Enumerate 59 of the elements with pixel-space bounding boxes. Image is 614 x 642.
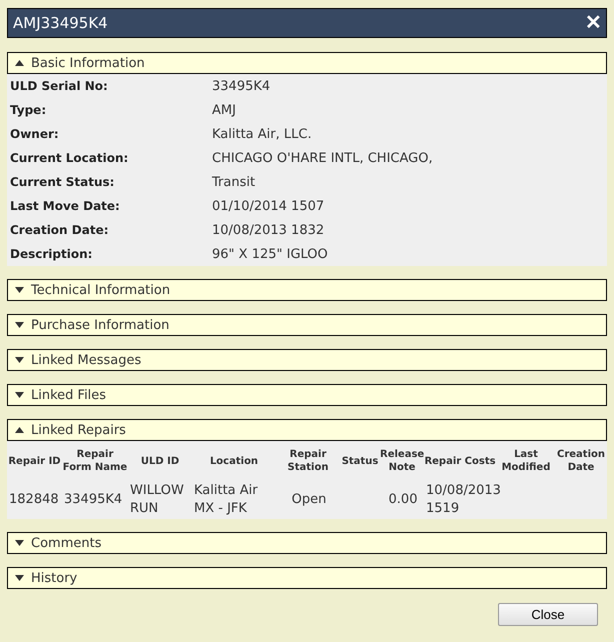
section-header[interactable]: Technical Information	[7, 279, 607, 301]
field-label: Current Location:	[9, 151, 130, 165]
column-header: Repair Form Name	[62, 448, 128, 475]
section-title: Purchase Information	[31, 318, 170, 332]
field-label: Type:	[9, 103, 48, 117]
field-label: Creation Date:	[9, 223, 110, 237]
section-header[interactable]: Purchase Information	[7, 314, 607, 336]
close-button[interactable]: ✕	[585, 13, 602, 33]
section-title: History	[31, 570, 78, 586]
field-value: Kalitta Air, LLC.	[212, 126, 312, 142]
field-value: 33495K4	[212, 78, 270, 94]
field-value: 01/10/2014 1507	[212, 198, 324, 214]
section-header[interactable]: Basic Information	[7, 52, 607, 74]
section-header[interactable]: Comments	[7, 532, 607, 554]
column-header: ULD ID	[140, 454, 180, 468]
window-title: AMJ33495K4	[13, 14, 108, 32]
column-header: Status	[340, 454, 380, 468]
section-title: Linked Files	[31, 388, 106, 402]
section-title: Linked Repairs	[31, 422, 126, 438]
table-cell-text: Kalitta Air MX - JFK	[193, 482, 259, 518]
column-header: Repair Station	[286, 448, 330, 475]
close-button[interactable]: Close	[498, 603, 598, 626]
field-value: Transit	[212, 174, 256, 190]
section-title: Comments	[31, 536, 102, 550]
field-value: CHICAGO O'HARE INTL, CHICAGO,	[212, 150, 433, 166]
column-header: Repair ID	[7, 454, 62, 468]
section-header[interactable]: Linked Files	[7, 384, 607, 406]
field-value: 96" X 125" IGLOO	[212, 246, 328, 262]
table-cell-text: WILLOW RUN	[129, 482, 185, 518]
section-header[interactable]: Linked Messages	[7, 349, 607, 371]
expand-caret-icon	[15, 392, 24, 398]
expand-caret-icon	[15, 287, 24, 293]
section-header[interactable]: History	[7, 567, 607, 589]
field-label: Owner:	[9, 127, 60, 141]
expand-caret-icon	[15, 322, 24, 328]
collapse-caret-icon	[15, 427, 24, 433]
field-label: Current Status:	[9, 175, 116, 189]
table-cell-text: 0.00	[388, 490, 418, 509]
field-label: Description:	[9, 247, 94, 261]
column-header: Location	[208, 454, 260, 468]
section-title: Technical Information	[31, 282, 170, 298]
table-cell-text: 182848	[8, 490, 60, 509]
column-header: Last Modified	[500, 448, 552, 475]
expand-caret-icon	[15, 357, 24, 363]
collapse-caret-icon	[15, 60, 24, 66]
field-value: 10/08/2013 1832	[212, 222, 324, 238]
table-cell-text: Open	[290, 490, 328, 509]
section-title: Linked Messages	[31, 352, 142, 368]
expand-caret-icon	[15, 575, 24, 581]
section-header[interactable]: Linked Repairs	[7, 419, 607, 441]
table-cell-text: 33495K4	[63, 490, 124, 509]
column-header: Release Note	[380, 448, 424, 475]
section-title: Basic Information	[31, 56, 145, 70]
field-label: ULD Serial No:	[9, 79, 109, 93]
expand-caret-icon	[15, 540, 24, 546]
field-value: AMJ	[212, 102, 236, 118]
column-header: Repair Costs	[424, 441, 496, 481]
column-header: Creation Date	[556, 448, 606, 475]
field-label: Last Move Date:	[9, 199, 121, 213]
